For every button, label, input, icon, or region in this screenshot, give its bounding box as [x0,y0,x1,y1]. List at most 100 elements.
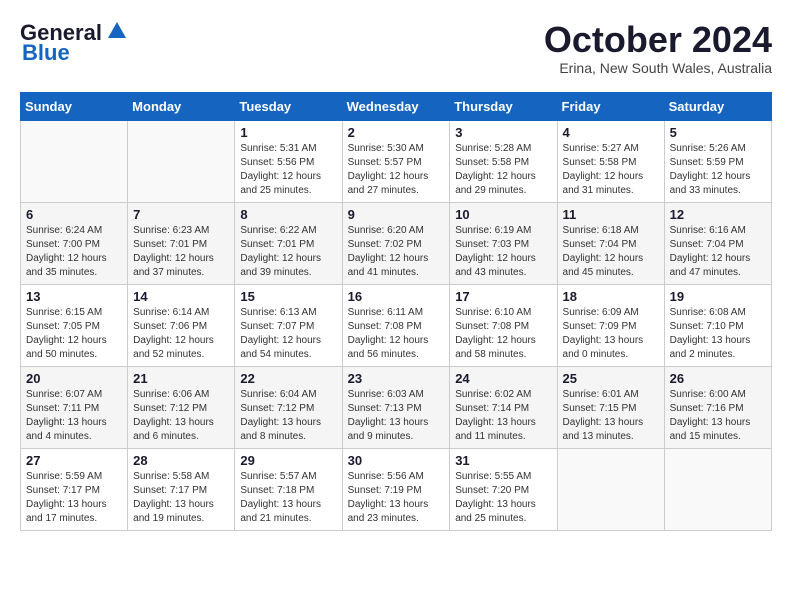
day-number: 3 [455,125,551,140]
location-subtitle: Erina, New South Wales, Australia [544,60,772,76]
day-info: Sunrise: 6:18 AM Sunset: 7:04 PM Dayligh… [563,224,659,280]
day-header-thursday: Thursday [450,92,557,120]
day-info: Sunrise: 5:55 AM Sunset: 7:20 PM Dayligh… [455,470,551,526]
day-header-friday: Friday [557,92,664,120]
calendar-cell: 30 Sunrise: 5:56 AM Sunset: 7:19 PM Dayli… [342,448,450,530]
calendar-cell: 2 Sunrise: 5:30 AM Sunset: 5:57 PM Daylig… [342,120,450,202]
days-of-week-row: SundayMondayTuesdayWednesdayThursdayFrid… [21,92,772,120]
day-info: Sunrise: 5:26 AM Sunset: 5:59 PM Dayligh… [670,142,766,198]
day-info: Sunrise: 5:59 AM Sunset: 7:17 PM Dayligh… [26,470,122,526]
day-number: 20 [26,371,122,386]
day-info: Sunrise: 6:06 AM Sunset: 7:12 PM Dayligh… [133,388,229,444]
day-number: 31 [455,453,551,468]
day-number: 24 [455,371,551,386]
calendar-week-3: 13 Sunrise: 6:15 AM Sunset: 7:05 PM Dayli… [21,284,772,366]
calendar-cell [21,120,128,202]
calendar-cell: 11 Sunrise: 6:18 AM Sunset: 7:04 PM Dayli… [557,202,664,284]
day-info: Sunrise: 6:24 AM Sunset: 7:00 PM Dayligh… [26,224,122,280]
page-header: General Blue October 2024 Erina, New Sou… [20,20,772,76]
logo-icon [106,20,128,42]
calendar-cell: 31 Sunrise: 5:55 AM Sunset: 7:20 PM Dayli… [450,448,557,530]
day-number: 26 [670,371,766,386]
calendar-cell: 28 Sunrise: 5:58 AM Sunset: 7:17 PM Dayli… [128,448,235,530]
day-info: Sunrise: 5:30 AM Sunset: 5:57 PM Dayligh… [348,142,445,198]
day-number: 21 [133,371,229,386]
calendar-cell: 13 Sunrise: 6:15 AM Sunset: 7:05 PM Dayli… [21,284,128,366]
day-number: 14 [133,289,229,304]
day-number: 2 [348,125,445,140]
day-info: Sunrise: 6:07 AM Sunset: 7:11 PM Dayligh… [26,388,122,444]
calendar-cell: 20 Sunrise: 6:07 AM Sunset: 7:11 PM Dayli… [21,366,128,448]
day-info: Sunrise: 6:13 AM Sunset: 7:07 PM Dayligh… [240,306,336,362]
day-info: Sunrise: 6:16 AM Sunset: 7:04 PM Dayligh… [670,224,766,280]
day-info: Sunrise: 6:04 AM Sunset: 7:12 PM Dayligh… [240,388,336,444]
calendar-cell: 9 Sunrise: 6:20 AM Sunset: 7:02 PM Daylig… [342,202,450,284]
calendar-cell: 12 Sunrise: 6:16 AM Sunset: 7:04 PM Dayli… [664,202,771,284]
calendar-week-5: 27 Sunrise: 5:59 AM Sunset: 7:17 PM Dayli… [21,448,772,530]
calendar-cell: 10 Sunrise: 6:19 AM Sunset: 7:03 PM Dayli… [450,202,557,284]
day-info: Sunrise: 6:15 AM Sunset: 7:05 PM Dayligh… [26,306,122,362]
calendar-cell: 6 Sunrise: 6:24 AM Sunset: 7:00 PM Daylig… [21,202,128,284]
calendar-cell: 18Sunrise: 6:09 AM Sunset: 7:09 PM Dayli… [557,284,664,366]
calendar-cell: 3 Sunrise: 5:28 AM Sunset: 5:58 PM Daylig… [450,120,557,202]
title-block: October 2024 Erina, New South Wales, Aus… [544,20,772,76]
day-info: Sunrise: 5:57 AM Sunset: 7:18 PM Dayligh… [240,470,336,526]
logo-blue: Blue [22,40,70,66]
day-number: 30 [348,453,445,468]
calendar-week-4: 20 Sunrise: 6:07 AM Sunset: 7:11 PM Dayli… [21,366,772,448]
calendar-cell: 14Sunrise: 6:14 AM Sunset: 7:06 PM Dayli… [128,284,235,366]
day-number: 16 [348,289,445,304]
day-header-saturday: Saturday [664,92,771,120]
day-number: 29 [240,453,336,468]
day-info: Sunrise: 5:28 AM Sunset: 5:58 PM Dayligh… [455,142,551,198]
day-info: Sunrise: 5:58 AM Sunset: 7:17 PM Dayligh… [133,470,229,526]
calendar-cell: 29 Sunrise: 5:57 AM Sunset: 7:18 PM Dayli… [235,448,342,530]
day-info: Sunrise: 6:23 AM Sunset: 7:01 PM Dayligh… [133,224,229,280]
calendar-week-2: 6 Sunrise: 6:24 AM Sunset: 7:00 PM Daylig… [21,202,772,284]
day-number: 19 [670,289,766,304]
calendar-cell: 23Sunrise: 6:03 AM Sunset: 7:13 PM Dayli… [342,366,450,448]
day-number: 28 [133,453,229,468]
day-info: Sunrise: 6:00 AM Sunset: 7:16 PM Dayligh… [670,388,766,444]
day-number: 6 [26,207,122,222]
day-header-tuesday: Tuesday [235,92,342,120]
logo: General Blue [20,20,128,66]
day-number: 10 [455,207,551,222]
day-info: Sunrise: 6:19 AM Sunset: 7:03 PM Dayligh… [455,224,551,280]
day-info: Sunrise: 6:20 AM Sunset: 7:02 PM Dayligh… [348,224,445,280]
calendar-header: SundayMondayTuesdayWednesdayThursdayFrid… [21,92,772,120]
calendar-cell: 8Sunrise: 6:22 AM Sunset: 7:01 PM Daylig… [235,202,342,284]
calendar-cell [557,448,664,530]
day-number: 22 [240,371,336,386]
day-header-sunday: Sunday [21,92,128,120]
calendar-cell: 21 Sunrise: 6:06 AM Sunset: 7:12 PM Dayli… [128,366,235,448]
day-info: Sunrise: 6:09 AM Sunset: 7:09 PM Dayligh… [563,306,659,362]
day-number: 13 [26,289,122,304]
month-title: October 2024 [544,20,772,60]
calendar-cell: 26 Sunrise: 6:00 AM Sunset: 7:16 PM Dayli… [664,366,771,448]
calendar-cell [664,448,771,530]
calendar-cell: 25 Sunrise: 6:01 AM Sunset: 7:15 PM Dayli… [557,366,664,448]
day-number: 17 [455,289,551,304]
day-info: Sunrise: 5:56 AM Sunset: 7:19 PM Dayligh… [348,470,445,526]
calendar-cell: 24Sunrise: 6:02 AM Sunset: 7:14 PM Dayli… [450,366,557,448]
calendar-week-1: 1 Sunrise: 5:31 AM Sunset: 5:56 PM Daylig… [21,120,772,202]
calendar-cell: 4Sunrise: 5:27 AM Sunset: 5:58 PM Daylig… [557,120,664,202]
day-number: 15 [240,289,336,304]
day-number: 11 [563,207,659,222]
day-info: Sunrise: 6:10 AM Sunset: 7:08 PM Dayligh… [455,306,551,362]
day-info: Sunrise: 5:31 AM Sunset: 5:56 PM Dayligh… [240,142,336,198]
day-info: Sunrise: 6:08 AM Sunset: 7:10 PM Dayligh… [670,306,766,362]
calendar-cell: 7 Sunrise: 6:23 AM Sunset: 7:01 PM Daylig… [128,202,235,284]
day-number: 7 [133,207,229,222]
calendar-cell: 5 Sunrise: 5:26 AM Sunset: 5:59 PM Daylig… [664,120,771,202]
day-number: 27 [26,453,122,468]
day-number: 9 [348,207,445,222]
day-number: 5 [670,125,766,140]
day-number: 1 [240,125,336,140]
day-number: 4 [563,125,659,140]
calendar-body: 1 Sunrise: 5:31 AM Sunset: 5:56 PM Daylig… [21,120,772,530]
day-number: 12 [670,207,766,222]
day-info: Sunrise: 6:01 AM Sunset: 7:15 PM Dayligh… [563,388,659,444]
day-number: 25 [563,371,659,386]
